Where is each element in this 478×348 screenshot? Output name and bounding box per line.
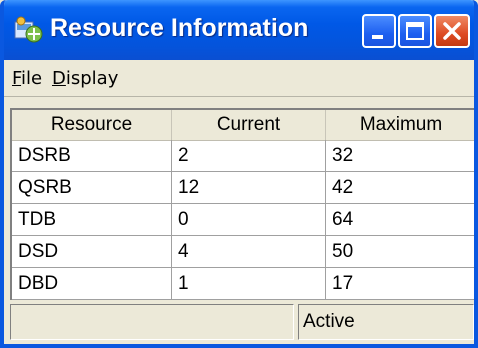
- cell-resource: DBD: [12, 268, 172, 300]
- column-header-resource[interactable]: Resource: [12, 110, 172, 140]
- status-pane-state: Active: [298, 304, 474, 340]
- column-header-maximum[interactable]: Maximum: [326, 110, 474, 140]
- menu-file[interactable]: File: [12, 68, 42, 89]
- cell-resource: DSRB: [12, 140, 172, 172]
- close-icon: [443, 22, 461, 40]
- maximize-button[interactable]: [398, 14, 432, 48]
- cell-maximum: 32: [326, 140, 474, 172]
- minimize-icon: [372, 35, 383, 39]
- window-title: Resource Information: [50, 14, 309, 42]
- menu-display-label: isplay: [65, 68, 119, 89]
- status-pane-left: [10, 304, 294, 340]
- table-header: Resource Current Maximum: [12, 110, 474, 141]
- cell-resource: QSRB: [12, 172, 172, 204]
- table-row[interactable]: DSRB 2 32: [12, 140, 474, 172]
- cell-current: 4: [172, 236, 326, 268]
- menu-file-mnemonic: F: [12, 68, 22, 89]
- cell-maximum: 64: [326, 204, 474, 236]
- column-header-current[interactable]: Current: [172, 110, 326, 140]
- cell-maximum: 50: [326, 236, 474, 268]
- cell-current: 2: [172, 140, 326, 172]
- table-row[interactable]: TDB 0 64: [12, 204, 474, 236]
- resource-information-window: Resource Information File Display Resour…: [0, 0, 478, 348]
- minimize-button[interactable]: [362, 14, 396, 48]
- cell-maximum: 42: [326, 172, 474, 204]
- menu-file-label: ile: [21, 68, 43, 89]
- cell-resource: DSD: [12, 236, 172, 268]
- table-row[interactable]: DSD 4 50: [12, 236, 474, 268]
- table-row[interactable]: QSRB 12 42: [12, 172, 474, 204]
- table-row[interactable]: DBD 1 17: [12, 268, 474, 300]
- cell-current: 12: [172, 172, 326, 204]
- title-bar[interactable]: Resource Information: [4, 0, 474, 60]
- menu-display[interactable]: Display: [52, 68, 118, 89]
- maximize-icon: [406, 22, 424, 40]
- menu-display-mnemonic: D: [52, 68, 66, 89]
- resource-app-icon[interactable]: [12, 14, 44, 46]
- menu-bar: File Display: [4, 60, 474, 97]
- cell-current: 0: [172, 204, 326, 236]
- cell-current: 1: [172, 268, 326, 300]
- cell-resource: TDB: [12, 204, 172, 236]
- cell-maximum: 17: [326, 268, 474, 300]
- resource-table[interactable]: Resource Current Maximum DSRB 2 32 QSRB …: [10, 108, 474, 300]
- status-bar: Active: [10, 304, 474, 340]
- close-button[interactable]: [434, 14, 470, 48]
